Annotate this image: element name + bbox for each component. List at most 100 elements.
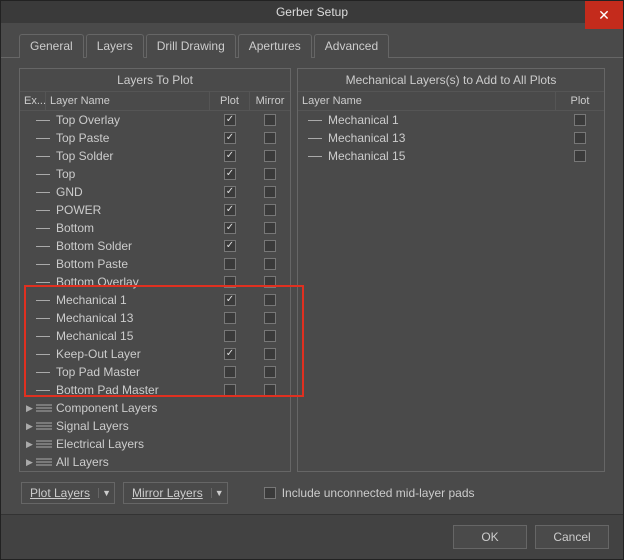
mirror-checkbox[interactable] — [264, 330, 276, 342]
expand-icon[interactable]: ▶ — [26, 439, 36, 450]
mech-plot-checkbox[interactable] — [574, 150, 586, 162]
layer-row[interactable]: Mechanical 13 — [20, 309, 290, 327]
dialog-footer: OK Cancel — [1, 514, 623, 559]
mirror-checkbox[interactable] — [264, 222, 276, 234]
mech-layer-name: Mechanical 1 — [328, 113, 556, 127]
layer-row[interactable]: Top Solder — [20, 147, 290, 165]
plot-checkbox[interactable] — [224, 222, 236, 234]
mech-layer-row[interactable]: Mechanical 1 — [298, 111, 604, 129]
plot-checkbox[interactable] — [224, 186, 236, 198]
plot-checkbox[interactable] — [224, 168, 236, 180]
close-button[interactable]: ✕ — [585, 1, 623, 29]
mirror-checkbox[interactable] — [264, 258, 276, 270]
layer-row[interactable]: Top Overlay — [20, 111, 290, 129]
layer-icon — [36, 192, 56, 193]
expand-icon[interactable]: ▶ — [26, 403, 36, 414]
layer-row[interactable]: Bottom Overlay — [20, 273, 290, 291]
plot-checkbox[interactable] — [224, 150, 236, 162]
mirror-checkbox[interactable] — [264, 348, 276, 360]
layer-row[interactable]: Mechanical 1 — [20, 291, 290, 309]
mech-layer-row[interactable]: Mechanical 15 — [298, 147, 604, 165]
include-mid-label: Include unconnected mid-layer pads — [282, 486, 475, 500]
tab-bar: GeneralLayersDrill DrawingAperturesAdvan… — [1, 23, 623, 58]
plot-checkbox[interactable] — [224, 330, 236, 342]
layer-name: Top Solder — [56, 149, 210, 163]
expand-icon[interactable]: ▶ — [26, 421, 36, 432]
layer-icon — [36, 174, 56, 175]
plot-checkbox[interactable] — [224, 348, 236, 360]
layer-group-row[interactable]: ▶Signal Layers — [20, 417, 290, 435]
layer-group-row[interactable]: ▶Electrical Layers — [20, 435, 290, 453]
layer-row[interactable]: GND — [20, 183, 290, 201]
mirror-checkbox[interactable] — [264, 276, 276, 288]
plot-checkbox[interactable] — [224, 384, 236, 396]
mirror-layers-dropdown[interactable]: Mirror Layers ▼ — [123, 482, 228, 504]
layers-to-plot-panel: Layers To Plot Ex... Layer Name Plot Mir… — [19, 68, 291, 472]
header-layer-name-right[interactable]: Layer Name — [298, 92, 556, 110]
mech-plot-checkbox[interactable] — [574, 114, 586, 126]
layer-name: Keep-Out Layer — [56, 347, 210, 361]
layer-row[interactable]: Top Paste — [20, 129, 290, 147]
include-mid-row: Include unconnected mid-layer pads — [264, 486, 475, 500]
layer-row[interactable]: Bottom Solder — [20, 237, 290, 255]
mirror-checkbox[interactable] — [264, 204, 276, 216]
chevron-down-icon: ▼ — [98, 488, 114, 498]
layer-icon — [36, 390, 56, 391]
window-title: Gerber Setup — [276, 5, 348, 19]
expand-icon[interactable]: ▶ — [26, 457, 36, 468]
layer-name: Top Overlay — [56, 113, 210, 127]
include-mid-checkbox[interactable] — [264, 487, 276, 499]
mirror-checkbox[interactable] — [264, 312, 276, 324]
header-extension[interactable]: Ex... — [20, 92, 46, 110]
header-plot-right[interactable]: Plot — [556, 92, 604, 110]
mech-plot-checkbox[interactable] — [574, 132, 586, 144]
cancel-button[interactable]: Cancel — [535, 525, 609, 549]
mirror-checkbox[interactable] — [264, 294, 276, 306]
tab-advanced[interactable]: Advanced — [314, 34, 389, 58]
layer-row[interactable]: Top Pad Master — [20, 363, 290, 381]
layer-icon — [36, 246, 56, 247]
tab-apertures[interactable]: Apertures — [238, 34, 312, 58]
plot-checkbox[interactable] — [224, 258, 236, 270]
tab-layers[interactable]: Layers — [86, 34, 144, 58]
plot-checkbox[interactable] — [224, 204, 236, 216]
header-mirror[interactable]: Mirror — [250, 92, 290, 110]
mirror-checkbox[interactable] — [264, 150, 276, 162]
plot-checkbox[interactable] — [224, 312, 236, 324]
layer-name: Mechanical 13 — [56, 311, 210, 325]
right-grid-body: Mechanical 1 Mechanical 13Mechanical 15 — [298, 111, 604, 471]
mirror-checkbox[interactable] — [264, 114, 276, 126]
plot-checkbox[interactable] — [224, 366, 236, 378]
layer-icon — [36, 354, 56, 355]
plot-checkbox[interactable] — [224, 240, 236, 252]
layer-group-row[interactable]: ▶All Layers — [20, 453, 290, 471]
layer-row[interactable]: Bottom Pad Master — [20, 381, 290, 399]
mech-layer-row[interactable]: Mechanical 13 — [298, 129, 604, 147]
tab-general[interactable]: General — [19, 34, 84, 58]
mirror-checkbox[interactable] — [264, 186, 276, 198]
layer-row[interactable]: POWER — [20, 201, 290, 219]
plot-layers-dropdown[interactable]: Plot Layers ▼ — [21, 482, 115, 504]
header-layer-name[interactable]: Layer Name — [46, 92, 210, 110]
plot-checkbox[interactable] — [224, 294, 236, 306]
plot-checkbox[interactable] — [224, 276, 236, 288]
content-area: Layers To Plot Ex... Layer Name Plot Mir… — [1, 58, 623, 514]
plot-checkbox[interactable] — [224, 132, 236, 144]
layer-row[interactable]: Keep-Out Layer — [20, 345, 290, 363]
mirror-checkbox[interactable] — [264, 366, 276, 378]
header-plot[interactable]: Plot — [210, 92, 250, 110]
layer-group-row[interactable]: ▶Component Layers — [20, 399, 290, 417]
layer-name: POWER — [56, 203, 210, 217]
mirror-checkbox[interactable] — [264, 168, 276, 180]
left-grid-header: Ex... Layer Name Plot Mirror — [20, 92, 290, 111]
layer-row[interactable]: Mechanical 15 — [20, 327, 290, 345]
layer-row[interactable]: Top — [20, 165, 290, 183]
layer-row[interactable]: Bottom — [20, 219, 290, 237]
mirror-checkbox[interactable] — [264, 240, 276, 252]
mirror-checkbox[interactable] — [264, 132, 276, 144]
ok-button[interactable]: OK — [453, 525, 527, 549]
layer-row[interactable]: Bottom Paste — [20, 255, 290, 273]
tab-drill-drawing[interactable]: Drill Drawing — [146, 34, 236, 58]
mirror-checkbox[interactable] — [264, 384, 276, 396]
plot-checkbox[interactable] — [224, 114, 236, 126]
